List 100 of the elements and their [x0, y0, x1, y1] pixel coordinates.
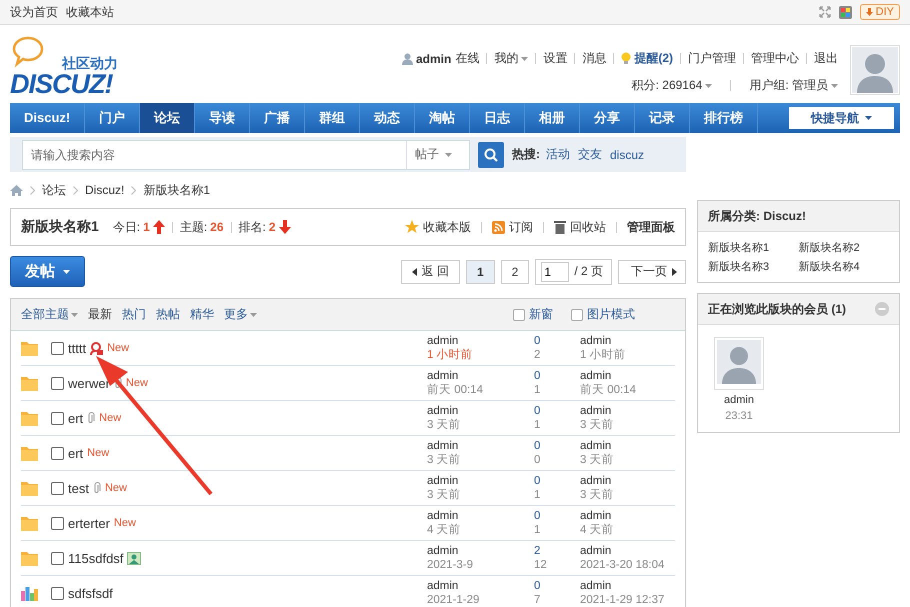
filter-link[interactable]: 更多 — [224, 306, 257, 323]
checkbox[interactable] — [571, 308, 583, 320]
search-button[interactable] — [478, 142, 504, 168]
last-poster-name[interactable]: admin — [580, 369, 636, 383]
author-name[interactable]: admin — [427, 404, 534, 418]
user-menu-link[interactable]: 管理中心 — [751, 50, 799, 67]
hot-search-link[interactable]: 交友 — [578, 146, 602, 163]
forum-action-link[interactable]: 回收站 — [554, 218, 606, 236]
forum-link[interactable]: 新版块名称4 — [798, 259, 889, 274]
forum-link[interactable]: 新版块名称1 — [708, 240, 798, 255]
user-icon — [402, 52, 413, 64]
user-menu-link[interactable]: 提醒(2) — [621, 50, 673, 67]
breadcrumb-link[interactable]: Discuz! — [85, 183, 124, 197]
breadcrumb-link[interactable]: 论坛 — [42, 182, 66, 198]
user-menu-link[interactable]: 设置 — [543, 50, 568, 67]
last-poster-name[interactable]: admin — [580, 579, 664, 593]
nav-tab[interactable]: 淘帖 — [415, 103, 470, 133]
last-poster-name[interactable]: admin — [580, 439, 614, 453]
user-menu-link[interactable]: 我的 — [494, 50, 528, 67]
user-group-link[interactable]: 用户组: 管理员 — [749, 77, 838, 94]
hot-search-link[interactable]: discuz — [610, 148, 644, 162]
page-button[interactable]: 1 — [466, 260, 495, 284]
nav-tab[interactable]: 排行榜 — [690, 103, 758, 133]
forum-action-link[interactable]: 订阅 — [492, 218, 533, 236]
thread-checkbox[interactable] — [51, 376, 64, 390]
thread-title-link[interactable]: sdfsfsdf — [68, 586, 113, 600]
expand-icon — [818, 6, 831, 18]
last-poster-name[interactable]: admin — [580, 509, 614, 523]
author-name[interactable]: admin — [427, 334, 534, 348]
thread-title-link[interactable]: ttttt — [68, 340, 86, 356]
nav-tab[interactable]: 导读 — [195, 103, 250, 133]
back-button[interactable]: 返 回 — [400, 260, 460, 284]
forum-link[interactable]: 新版块名称3 — [708, 259, 798, 274]
avatar-icon — [717, 340, 761, 384]
thread-checkbox[interactable] — [51, 516, 64, 530]
thread-checkbox[interactable] — [51, 342, 64, 354]
post-date: 3 天前 — [427, 488, 462, 502]
breadcrumb-link[interactable]: 新版块名称1 — [143, 182, 210, 198]
top-link[interactable]: 收藏本站 — [66, 4, 114, 20]
thread-checkbox[interactable] — [51, 552, 64, 564]
filter-link[interactable]: 热门 — [122, 306, 146, 323]
author-name[interactable]: admin — [427, 439, 534, 453]
forum-link[interactable]: 新版块名称2 — [798, 240, 889, 255]
thread-title-link[interactable]: ert — [68, 410, 84, 426]
thread-title-link[interactable]: test — [68, 480, 89, 496]
user-menu-link[interactable]: 退出 — [814, 50, 838, 67]
thread-title-link[interactable]: erterter — [68, 516, 110, 530]
author-name[interactable]: admin — [427, 474, 534, 488]
username-link[interactable]: admin — [416, 52, 452, 66]
option-label[interactable]: 图片模式 — [587, 306, 635, 323]
last-poster-name[interactable]: admin — [580, 474, 614, 488]
search-type-select[interactable]: 帖子 — [406, 140, 469, 168]
next-page-button[interactable]: 下一页 — [618, 260, 686, 284]
last-poster-name[interactable]: admin — [580, 334, 626, 348]
filter-link[interactable]: 热帖 — [156, 306, 180, 323]
nav-tab[interactable]: 分享 — [580, 103, 636, 133]
page-button[interactable]: 2 — [500, 260, 530, 284]
quick-nav-button[interactable]: 快捷导航 — [789, 107, 894, 129]
forum-action-link[interactable]: 管理面板 — [627, 218, 675, 236]
top-link[interactable]: 设为首页 — [10, 4, 58, 20]
caret-icon — [71, 312, 78, 316]
nav-tab[interactable]: 广播 — [250, 103, 306, 133]
nav-tab[interactable]: Discuz! — [10, 103, 86, 133]
caret-icon — [831, 84, 838, 88]
page-jump-control[interactable]: 1 / 2 页 — [535, 258, 612, 284]
last-poster-name[interactable]: admin — [580, 544, 664, 558]
thread-title-link[interactable]: werwer — [68, 376, 110, 390]
option-label[interactable]: 新窗 — [529, 306, 553, 323]
user-menu-link[interactable]: 消息 — [582, 50, 606, 67]
last-poster-name[interactable]: admin — [580, 404, 614, 418]
nav-tab[interactable]: 论坛 — [140, 103, 196, 133]
search-field[interactable]: 请输入搜索内容 帖子 — [22, 140, 470, 170]
thread-checkbox[interactable] — [51, 446, 64, 460]
nav-tab[interactable]: 相册 — [525, 103, 580, 133]
filter-link[interactable]: 全部主题 — [21, 306, 78, 323]
nav-tab[interactable]: 动态 — [360, 103, 416, 133]
nav-tab[interactable]: 日志 — [470, 103, 526, 133]
author-name[interactable]: admin — [427, 544, 534, 558]
page-input[interactable]: 1 — [541, 262, 570, 282]
post-date: 4 天前 — [427, 523, 462, 537]
caret-icon — [705, 84, 712, 88]
user-menu-link[interactable]: 门户管理 — [688, 50, 736, 67]
filter-link[interactable]: 精华 — [190, 306, 214, 323]
credits-link[interactable]: 积分: 269164 — [632, 77, 712, 94]
author-name[interactable]: admin — [427, 509, 534, 523]
author-name[interactable]: admin — [427, 369, 534, 383]
thread-checkbox[interactable] — [51, 586, 64, 600]
hot-search-link[interactable]: 活动 — [546, 146, 570, 163]
thread-title-link[interactable]: ert — [68, 446, 84, 460]
nav-tab[interactable]: 群组 — [305, 103, 360, 133]
filter-link[interactable]: 最新 — [88, 306, 112, 323]
forum-action-link[interactable]: 收藏本版 — [405, 218, 471, 236]
member-name[interactable]: admin — [724, 394, 754, 406]
thread-title-link[interactable]: 115sdfdsf — [68, 550, 124, 566]
author-name[interactable]: admin — [427, 579, 534, 593]
nav-tab[interactable]: 记录 — [635, 103, 690, 133]
new-post-button[interactable]: 发帖 — [10, 256, 85, 287]
checkbox[interactable] — [513, 308, 525, 320]
thread-checkbox[interactable] — [51, 482, 64, 494]
thread-checkbox[interactable] — [51, 412, 64, 424]
